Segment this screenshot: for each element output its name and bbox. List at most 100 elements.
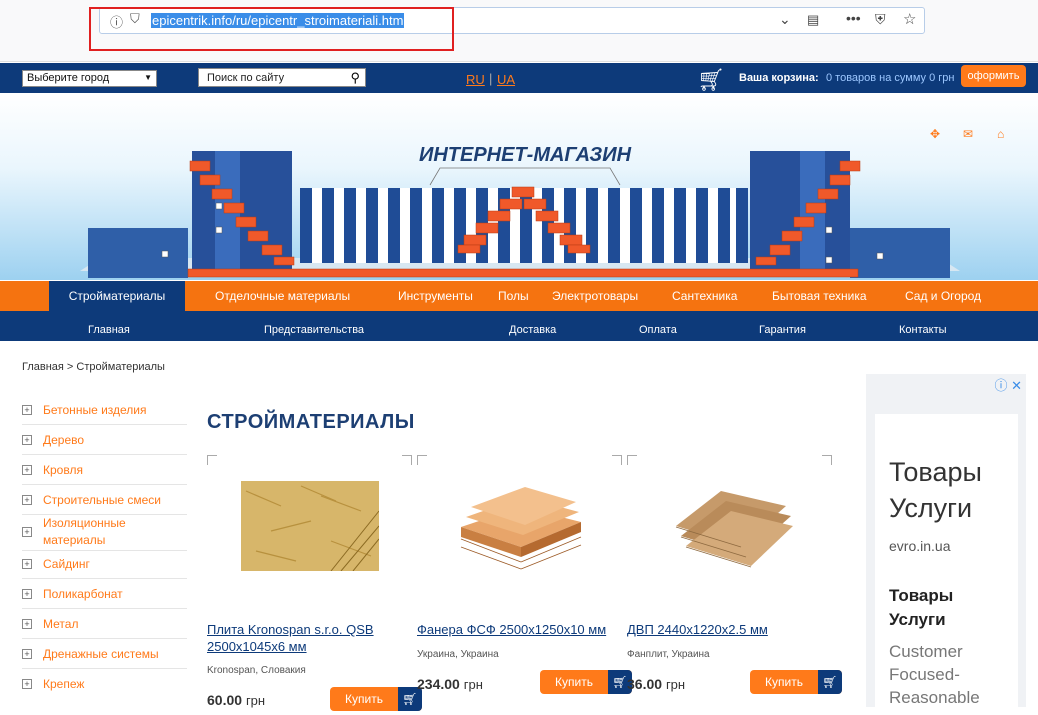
expand-icon[interactable]: + bbox=[22, 679, 32, 689]
url-text[interactable]: epicentrik.info/ru/epicentr_stroimateria… bbox=[151, 13, 405, 28]
search-icon[interactable]: ⚲ bbox=[350, 70, 360, 86]
ad-domain[interactable]: evro.in.ua bbox=[889, 538, 950, 554]
sitemap-icon[interactable]: ✥ bbox=[930, 127, 940, 141]
sidebar-item-label: Сайдинг bbox=[43, 557, 90, 571]
store-illustration: ИНТЕРНЕТ-МАГАЗИН bbox=[80, 144, 960, 278]
corner-decoration bbox=[822, 455, 832, 465]
product-name[interactable]: Плита Kronospan s.r.o. QSB 2500x1045x6 м… bbox=[207, 621, 412, 655]
sidebar-item-label: Поликарбонат bbox=[43, 587, 123, 601]
category-nav: Стройматериалы Отделочные материалы Инст… bbox=[0, 281, 1038, 311]
product-card: Плита Kronospan s.r.o. QSB 2500x1045x6 м… bbox=[207, 455, 422, 715]
product-price: 234.00 грн bbox=[417, 676, 483, 692]
cat-bytovaya-tehnika[interactable]: Бытовая техника bbox=[772, 281, 867, 311]
cat-instrumenty[interactable]: Инструменты bbox=[398, 281, 473, 311]
price-currency: грн bbox=[665, 677, 686, 692]
ad-headline[interactable]: Товары Услуги bbox=[889, 454, 1014, 526]
nav-delivery[interactable]: Доставка bbox=[509, 311, 556, 349]
cat-otdelochnye[interactable]: Отделочные материалы bbox=[215, 281, 350, 311]
cat-stroimaterialy[interactable]: Стройматериалы bbox=[49, 281, 185, 311]
corner-decoration bbox=[612, 455, 622, 465]
breadcrumb[interactable]: Главная > Стройматериалы bbox=[22, 361, 165, 373]
dropdown-arrow-icon: ▼ bbox=[144, 73, 152, 82]
nav-payment[interactable]: Оплата bbox=[639, 311, 677, 349]
nav-offices[interactable]: Представительства bbox=[264, 311, 364, 349]
divider bbox=[22, 668, 187, 669]
product-maker: Фанплит, Украина bbox=[627, 649, 710, 660]
nav-contacts[interactable]: Контакты bbox=[899, 311, 947, 349]
product-name[interactable]: Фанера ФСФ 2500x1250x10 мм bbox=[417, 621, 622, 638]
price-value: 60.00 bbox=[207, 692, 243, 708]
buy-label: Купить bbox=[555, 675, 593, 689]
sidebar-item-label: Кровля bbox=[43, 463, 83, 477]
buy-label: Купить bbox=[345, 692, 383, 706]
expand-icon[interactable]: + bbox=[22, 495, 32, 505]
product-maker: Kronospan, Словакия bbox=[207, 665, 306, 676]
city-select[interactable]: Выберите город ▼ bbox=[22, 70, 157, 87]
corner-decoration bbox=[402, 455, 412, 465]
adchoices-icon[interactable]: ⓘ ✕ bbox=[994, 375, 1022, 394]
divider bbox=[22, 608, 187, 609]
product-price: 36.00 грн bbox=[627, 676, 685, 692]
cat-poly[interactable]: Полы bbox=[498, 281, 529, 311]
cart-info[interactable]: 0 товаров на сумму 0 грн bbox=[826, 72, 955, 84]
checkout-button[interactable]: оформить bbox=[961, 65, 1026, 87]
lang-ru-link[interactable]: RU bbox=[466, 72, 485, 87]
sidebar-item-label: Метал bbox=[43, 617, 79, 631]
sidebar-item-label: Дренажные системы bbox=[43, 647, 159, 661]
banner-title: ИНТЕРНЕТ-МАГАЗИН bbox=[419, 144, 632, 166]
cat-santehnika[interactable]: Сантехника bbox=[672, 281, 737, 311]
divider bbox=[22, 578, 187, 579]
buy-button[interactable]: Купить 🛒︎ bbox=[750, 670, 842, 694]
lang-separator: | bbox=[489, 71, 493, 86]
product-name[interactable]: ДВП 2440x1220x2.5 мм bbox=[627, 621, 832, 638]
expand-icon[interactable]: + bbox=[22, 559, 32, 569]
product-image[interactable] bbox=[451, 467, 589, 585]
nav-warranty[interactable]: Гарантия bbox=[759, 311, 806, 349]
expand-icon[interactable]: + bbox=[22, 649, 32, 659]
chevron-down-icon[interactable]: ⌄ bbox=[779, 11, 791, 28]
sidebar-item-label: Бетонные изделия bbox=[43, 403, 147, 417]
top-bar: Выберите город ▼ Поиск по сайту ⚲ RU | U… bbox=[0, 63, 1038, 93]
sidebar-item-label: Крепеж bbox=[43, 677, 85, 691]
divider bbox=[22, 550, 187, 551]
more-icon[interactable]: ••• bbox=[846, 10, 861, 26]
corner-decoration bbox=[417, 455, 427, 465]
home-icon[interactable]: ⌂ bbox=[997, 127, 1004, 141]
cat-elektrotovary[interactable]: Электротовары bbox=[552, 281, 638, 311]
address-bar[interactable]: ⓘ ⛉ epicentrik.info/ru/epicentr_stroimat… bbox=[99, 7, 925, 34]
info-icon[interactable]: ⓘ bbox=[110, 12, 123, 31]
nav-home[interactable]: Главная bbox=[88, 311, 130, 349]
mail-icon[interactable]: ✉ bbox=[963, 127, 973, 141]
expand-icon[interactable]: + bbox=[22, 589, 32, 599]
expand-icon[interactable]: + bbox=[22, 527, 32, 537]
header-banner: ИНТЕРНЕТ-МАГАЗИН ✥ ✉ ⌂ bbox=[0, 93, 1038, 280]
search-input[interactable]: Поиск по сайту ⚲ bbox=[198, 68, 366, 87]
price-currency: грн bbox=[245, 693, 266, 708]
corner-decoration bbox=[627, 455, 637, 465]
cat-sad-ogorod[interactable]: Сад и Огород bbox=[905, 281, 981, 311]
cart-icon[interactable]: 🛒︎ bbox=[697, 67, 725, 93]
buy-button[interactable]: Купить 🛒︎ bbox=[330, 687, 422, 711]
expand-icon[interactable]: + bbox=[22, 619, 32, 629]
ad-banner[interactable]: ⓘ ✕ Товары Услуги evro.in.ua Товары Услу… bbox=[866, 374, 1026, 714]
ad-subheadline[interactable]: Товары Услуги bbox=[889, 584, 989, 632]
lang-ua-link[interactable]: UA bbox=[497, 72, 515, 87]
star-icon[interactable]: ☆ bbox=[903, 10, 916, 28]
cart-icon: 🛒︎ bbox=[818, 670, 842, 694]
ad-text[interactable]: Customer Focused- Reasonable bbox=[889, 640, 999, 709]
price-value: 234.00 bbox=[417, 676, 460, 692]
buy-label: Купить bbox=[765, 675, 803, 689]
reader-icon[interactable]: ▤ bbox=[807, 12, 819, 28]
expand-icon[interactable]: + bbox=[22, 405, 32, 415]
price-currency: грн bbox=[463, 677, 483, 692]
product-image[interactable] bbox=[661, 481, 799, 571]
sidebar-item-label: Строительные смеси bbox=[43, 493, 161, 507]
expand-icon[interactable]: + bbox=[22, 465, 32, 475]
shield-icon[interactable]: ⛉ bbox=[130, 11, 140, 27]
expand-icon[interactable]: + bbox=[22, 435, 32, 445]
product-image[interactable] bbox=[241, 481, 379, 571]
product-card: Фанера ФСФ 2500x1250x10 мм Украина, Укра… bbox=[417, 455, 632, 715]
cart-label: Ваша корзина: bbox=[739, 72, 819, 84]
buy-button[interactable]: Купить 🛒︎ bbox=[540, 670, 632, 694]
pocket-icon[interactable]: ⛨ bbox=[875, 11, 886, 28]
